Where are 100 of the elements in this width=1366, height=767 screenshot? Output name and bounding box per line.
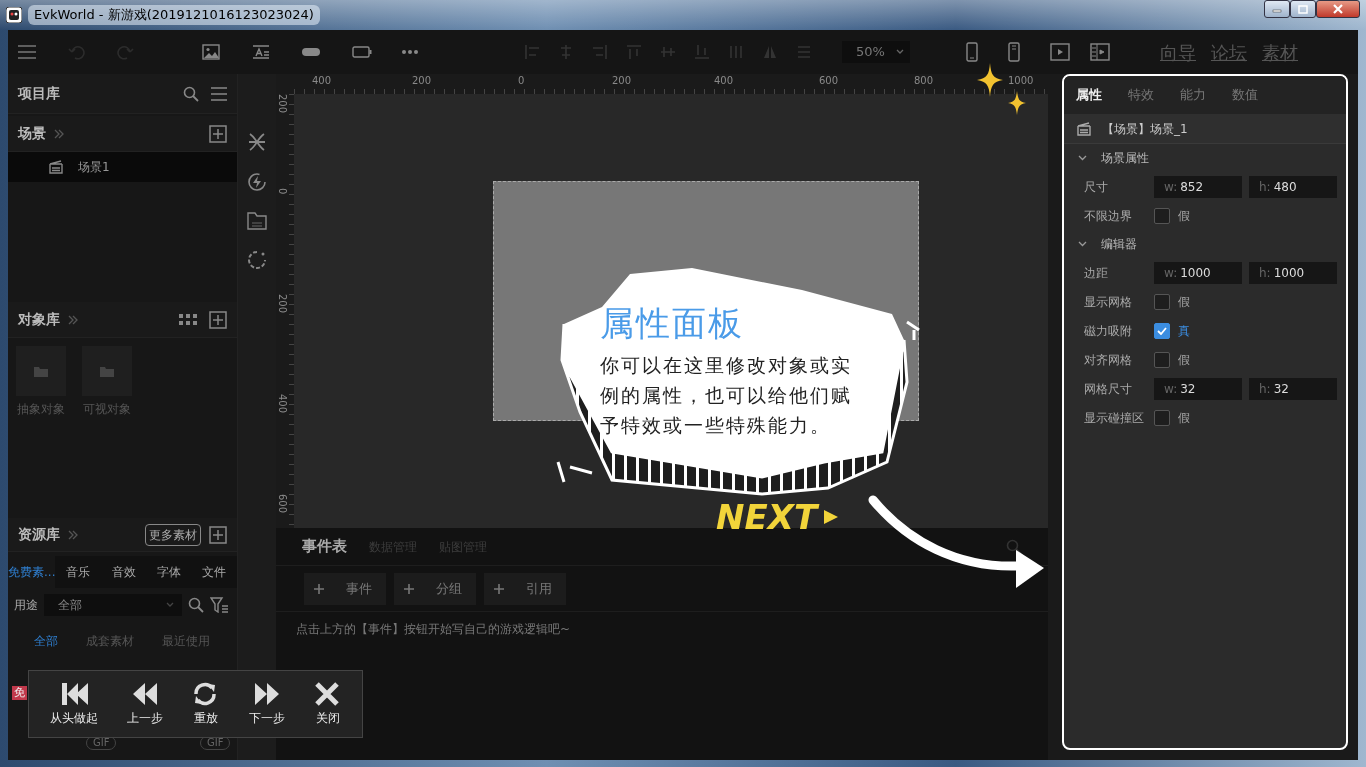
property-label: 对齐网格	[1084, 351, 1133, 369]
asset-tab[interactable]: 免费素...	[8, 556, 56, 588]
image-icon[interactable]	[202, 44, 220, 60]
section-title: 编辑器	[1101, 236, 1137, 253]
ruler-number: 600	[277, 494, 288, 514]
grid-view-icon[interactable]	[179, 313, 197, 326]
folder-tile[interactable]	[82, 346, 132, 396]
checkbox-value: 假	[1178, 409, 1190, 427]
scene-icon	[48, 159, 64, 175]
playback-button[interactable]: 关闭	[309, 681, 346, 727]
menu-icon[interactable]	[18, 45, 36, 59]
add-icon[interactable]	[209, 310, 227, 329]
folder-tile[interactable]	[16, 346, 66, 396]
pill-shape-icon[interactable]	[302, 47, 320, 57]
split-view-icon[interactable]	[1090, 43, 1110, 61]
checkbox[interactable]	[1154, 409, 1170, 426]
caret-icon	[896, 49, 904, 55]
phone-portrait-icon[interactable]	[966, 42, 978, 62]
play-preview-icon[interactable]	[1050, 43, 1070, 61]
event-panel-tab[interactable]: 事件表	[302, 535, 347, 558]
search-icon[interactable]	[1006, 538, 1022, 555]
folder-label: 抽象对象	[17, 401, 65, 418]
playback-button[interactable]: 重放	[187, 681, 224, 727]
folder-icon[interactable]	[247, 212, 267, 230]
add-icon[interactable]	[209, 124, 227, 143]
properties-tab[interactable]: 数值	[1232, 85, 1258, 105]
properties-tab[interactable]: 属性	[1076, 85, 1102, 105]
checkbox[interactable]	[1154, 207, 1170, 224]
list-icon[interactable]	[211, 86, 227, 101]
section-title: 场景属性	[1101, 150, 1149, 167]
width-field[interactable]: w: 1000	[1154, 261, 1242, 284]
caret-icon	[166, 602, 174, 608]
folder-icon	[100, 365, 114, 377]
checkbox[interactable]	[1154, 322, 1170, 339]
checkbox-value: 假	[1178, 293, 1190, 311]
panel-title: 场景	[18, 124, 46, 143]
hint-text: 点击上方的【事件】按钮开始写自己的游戏逻辑吧~	[295, 621, 572, 638]
width-field[interactable]: w: 32	[1154, 377, 1242, 400]
checkbox[interactable]	[1154, 351, 1170, 368]
sparkle-icon	[1008, 91, 1026, 115]
ruler-number: 200	[612, 75, 632, 86]
ruler-number: 0	[518, 75, 525, 86]
maximize-button[interactable]	[1290, 0, 1316, 18]
double-chevron-icon[interactable]	[68, 314, 78, 325]
play-triangle-icon[interactable]	[823, 509, 840, 525]
add-event-button[interactable]: 分组	[394, 572, 476, 605]
checkbox-value: 假	[1178, 351, 1190, 369]
height-field[interactable]: h: 1000	[1249, 261, 1337, 284]
chevron-icon[interactable]	[1078, 241, 1087, 247]
lightning-circle-icon[interactable]	[247, 172, 267, 192]
playback-button[interactable]: 从头做起	[45, 681, 102, 727]
battery-icon[interactable]	[352, 46, 372, 58]
next-link[interactable]: NEXT	[716, 500, 818, 534]
scene-icon	[1076, 120, 1092, 137]
property-label: 不限边界	[1084, 207, 1133, 225]
height-field[interactable]: h: 32	[1249, 377, 1337, 400]
height-field[interactable]: h: 480	[1249, 175, 1337, 198]
ruler-number: 1000	[1008, 75, 1034, 86]
asset-subtab[interactable]: 全部	[34, 634, 58, 650]
text-tool-icon[interactable]	[252, 44, 270, 60]
panel-title: 对象库	[18, 310, 60, 329]
property-label: 尺寸	[1084, 178, 1109, 196]
properties-tab[interactable]: 特效	[1128, 85, 1154, 105]
minimize-button[interactable]	[1264, 0, 1290, 18]
folder-icon	[34, 365, 48, 377]
close-button[interactable]	[1316, 0, 1360, 18]
property-label: 边距	[1084, 264, 1109, 282]
add-icon[interactable]	[209, 525, 227, 544]
plus-icon	[314, 583, 324, 594]
ruler-number: 400	[312, 75, 332, 86]
cross-tool-icon[interactable]	[247, 132, 267, 152]
zoom-select[interactable]: 50%	[842, 41, 910, 63]
phone-icon[interactable]	[1008, 42, 1020, 62]
chevron-icon[interactable]	[1078, 155, 1087, 161]
ruler-number: 200	[277, 294, 288, 314]
playback-button[interactable]: 上一步	[122, 681, 167, 727]
free-badge: 免	[12, 686, 27, 700]
property-label: 显示碰撞区	[1084, 409, 1145, 427]
panel-title: 资源库	[18, 525, 60, 544]
scene-list-item[interactable]: 场景1	[8, 152, 237, 182]
add-event-button[interactable]: 事件	[304, 572, 386, 605]
double-chevron-icon[interactable]	[54, 128, 64, 139]
filter-icon[interactable]	[210, 597, 228, 613]
properties-tab[interactable]: 能力	[1180, 85, 1206, 105]
width-field[interactable]: w: 852	[1154, 175, 1242, 198]
more-icon[interactable]	[402, 50, 418, 54]
folder-label: 可视对象	[83, 401, 131, 418]
add-event-button[interactable]: 引用	[484, 572, 566, 605]
property-label: 显示网格	[1084, 293, 1133, 311]
purpose-select[interactable]: 全部	[44, 594, 182, 616]
more-assets-button[interactable]: 更多素材	[145, 523, 201, 546]
checkbox[interactable]	[1154, 293, 1170, 310]
ruler-number: 200	[277, 94, 288, 114]
playback-button[interactable]: 下一步	[244, 681, 289, 727]
property-label: 磁力吸附	[1084, 322, 1133, 340]
fast-forward-icon	[252, 681, 281, 707]
panel-title: 项目库	[18, 84, 60, 103]
checkbox-value: 真	[1178, 322, 1190, 340]
double-chevron-icon[interactable]	[68, 529, 78, 540]
loading-circle-icon[interactable]	[247, 250, 267, 270]
